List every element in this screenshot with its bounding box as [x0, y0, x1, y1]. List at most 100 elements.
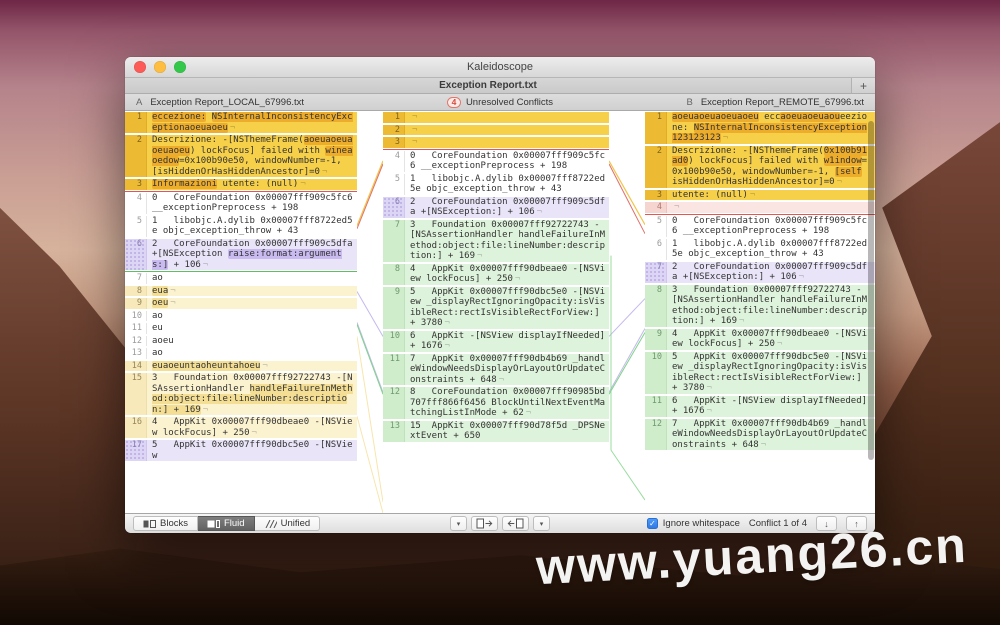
line-content: 2 CoreFoundation 0x00007fff909c5dfa +[NS…	[405, 197, 609, 218]
line-content: ¬	[405, 125, 609, 136]
scrollbar-track[interactable]	[867, 115, 874, 509]
diff-line[interactable]: 8eua¬	[125, 285, 357, 298]
merge-left-options-button[interactable]: ▾	[450, 516, 467, 531]
diff-line[interactable]: 1315 AppKit 0x00007fff90d78f5d _DPSNextE…	[383, 420, 609, 443]
line-content: 4 AppKit 0x00007fff90dbeae0 -[NSView loc…	[405, 264, 609, 285]
chevron-down-icon: ▾	[457, 520, 461, 528]
bottom-toolbar: Blocks Fluid Unified ▾ ▾	[125, 513, 875, 533]
line-number: 11	[383, 354, 405, 386]
diff-line[interactable]: 127 AppKit 0x00007fff90db4b69 _handleWin…	[645, 418, 875, 452]
view-mode-fluid-button[interactable]: Fluid	[198, 516, 255, 531]
line-content: 15 AppKit 0x00007fff90d78f5d _DPSNextEve…	[405, 421, 609, 442]
line-number: 3	[383, 137, 405, 148]
diff-line[interactable]: 164 AppKit 0x00007fff90dbeae0 -[NSView l…	[125, 416, 357, 439]
wallpaper-rock-bottom	[0, 540, 1000, 625]
copy-to-right-button[interactable]	[471, 516, 498, 531]
diff-line[interactable]: 95 AppKit 0x00007fff90dbc5e0 -[NSView _d…	[383, 286, 609, 330]
newline-marker-icon: ¬	[445, 341, 450, 351]
diff-line[interactable]: 12aoeu	[125, 335, 357, 348]
copy-to-left-button[interactable]	[502, 516, 529, 531]
line-number: 5	[383, 174, 405, 195]
line-number: 9	[383, 287, 405, 329]
line-content: 2 CoreFoundation 0x00007fff909c5dfa +[NS…	[147, 239, 357, 271]
diff-line[interactable]: 2Descrizione: -[NSThemeFrame(aoeuaoeuaoe…	[125, 134, 357, 178]
line-content: Descrizione: -[NSThemeFrame(0x100b91ad0)…	[667, 146, 875, 188]
line-content: 5 AppKit 0x00007fff90dbc5e0 -[NSView _di…	[667, 352, 875, 394]
diff-line[interactable]: 73 Foundation 0x00007fff92722743 -[NSAss…	[383, 219, 609, 263]
diff-line[interactable]: 3¬	[383, 136, 609, 150]
diff-line[interactable]: 116 AppKit -[NSView displayIfNeeded] + 1…	[645, 395, 875, 418]
ignore-whitespace-checkbox[interactable]	[647, 518, 658, 529]
diff-line[interactable]: 13ao	[125, 347, 357, 360]
diff-line[interactable]: 7ao	[125, 272, 357, 285]
conflict-count-badge: 4	[447, 97, 461, 108]
diff-line[interactable]: 3Informazioni utente: (null)¬	[125, 178, 357, 192]
pane-b-remote[interactable]: 1aoeuaoeuaoeuaoeu eccaoeuaoeuaoueezione:…	[645, 111, 875, 513]
diff-line[interactable]: 94 AppKit 0x00007fff90dbeae0 -[NSView lo…	[645, 328, 875, 351]
line-number: 5	[645, 216, 667, 237]
diff-content: 1eccezione: NSInternalInconsistencyExcep…	[125, 111, 875, 513]
diff-line[interactable]: 106 AppKit -[NSView displayIfNeeded] + 1…	[383, 330, 609, 353]
diff-line[interactable]: 84 AppKit 0x00007fff90dbeae0 -[NSView lo…	[383, 263, 609, 286]
chevron-down-icon: ▾	[540, 520, 544, 528]
line-number: 4	[125, 193, 147, 214]
diff-line[interactable]: 62 CoreFoundation 0x00007fff909c5dfa +[N…	[383, 196, 609, 219]
diff-line[interactable]: 2Descrizione: -[NSThemeFrame(0x100b91ad0…	[645, 145, 875, 189]
diff-line[interactable]: 105 AppKit 0x00007fff90dbc5e0 -[NSView _…	[645, 351, 875, 395]
file-a-header[interactable]: A Exception Report_LOCAL_67996.txt	[136, 97, 304, 108]
line-number: 10	[383, 331, 405, 352]
diff-line[interactable]: 175 AppKit 0x00007fff90dbc5e0 -[NSView	[125, 439, 357, 462]
tab-exception-report[interactable]: Exception Report.txt	[125, 78, 851, 93]
newline-marker-icon: ¬	[412, 137, 417, 147]
diff-line[interactable]: 83 Foundation 0x00007fff92722743 -[NSAss…	[645, 284, 875, 328]
conflict-header-label: Unresolved Conflicts	[466, 97, 553, 108]
diff-line[interactable]: 51 libobjc.A.dylib 0x00007fff8722ed5e ob…	[125, 215, 357, 238]
line-content: eua¬	[147, 286, 357, 297]
next-conflict-button[interactable]: ↓	[816, 516, 837, 531]
diff-line[interactable]: 11eu	[125, 322, 357, 335]
diff-connector-lines-right	[609, 111, 645, 513]
new-tab-button[interactable]: +	[851, 78, 875, 93]
line-content: eu	[147, 323, 357, 334]
line-number: 5	[125, 216, 147, 237]
titlebar[interactable]: Kaleidoscope	[125, 57, 875, 78]
diff-line[interactable]: 1¬	[383, 111, 609, 124]
ignore-whitespace-control[interactable]: Ignore whitespace	[647, 518, 740, 529]
file-b-header[interactable]: B Exception Report_REMOTE_67996.txt	[686, 97, 864, 108]
diff-line[interactable]: 3utente: (null)¬	[645, 189, 875, 202]
diff-line[interactable]: 10ao	[125, 310, 357, 323]
diff-line[interactable]: 1eccezione: NSInternalInconsistencyExcep…	[125, 111, 357, 134]
diff-line[interactable]: 61 libobjc.A.dylib 0x00007fff8722ed5e ob…	[645, 238, 875, 261]
diff-line[interactable]: 62 CoreFoundation 0x00007fff909c5dfa +[N…	[125, 238, 357, 273]
pane-merged-result[interactable]: 1¬2¬3¬40 CoreFoundation 0x00007fff909c5f…	[383, 111, 609, 513]
line-number: 3	[125, 179, 147, 190]
line-content: 0 CoreFoundation 0x00007fff909c5fc6 __ex…	[147, 193, 357, 214]
diff-line[interactable]: 50 CoreFoundation 0x00007fff909c5fc6 __e…	[645, 215, 875, 238]
newline-marker-icon: ¬	[707, 383, 712, 393]
diff-line[interactable]: 1aoeuaoeuaoeuaoeu eccaoeuaoeuaoueezione:…	[645, 111, 875, 145]
line-content: 6 AppKit -[NSView displayIfNeeded] + 167…	[405, 331, 609, 352]
diff-line[interactable]: 153 Foundation 0x00007fff92722743 -[NSAs…	[125, 372, 357, 416]
line-number: 12	[383, 387, 405, 419]
diff-line[interactable]: 4¬	[645, 201, 875, 215]
diff-line[interactable]: 2¬	[383, 124, 609, 137]
diff-line[interactable]: 14euaoeuntaoheuntahoeu¬	[125, 360, 357, 373]
diff-line[interactable]: 117 AppKit 0x00007fff90db4b69 _handleWin…	[383, 353, 609, 387]
diff-line[interactable]: 40 CoreFoundation 0x00007fff909c5fc6 __e…	[383, 150, 609, 173]
diff-line[interactable]: 72 CoreFoundation 0x00007fff909c5dfa +[N…	[645, 261, 875, 284]
merge-right-options-button[interactable]: ▾	[533, 516, 550, 531]
pane-a-local[interactable]: 1eccezione: NSInternalInconsistencyExcep…	[125, 111, 357, 513]
newline-marker-icon: ¬	[262, 361, 267, 371]
scrollbar-thumb[interactable]	[868, 121, 874, 460]
diff-line[interactable]: 128 CoreFoundation 0x00007fff90985bd707f…	[383, 386, 609, 420]
diff-line[interactable]: 40 CoreFoundation 0x00007fff909c5fc6 __e…	[125, 192, 357, 215]
line-number: 13	[383, 421, 405, 442]
view-mode-unified-button[interactable]: Unified	[255, 516, 321, 531]
diff-line[interactable]: 9oeu¬	[125, 297, 357, 310]
line-number: 17	[125, 440, 147, 461]
newline-marker-icon: ¬	[537, 207, 542, 217]
previous-conflict-button[interactable]: ↑	[846, 516, 867, 531]
diff-line[interactable]: 51 libobjc.A.dylib 0x00007fff8722ed5e ob…	[383, 173, 609, 196]
view-mode-blocks-button[interactable]: Blocks	[133, 516, 198, 531]
line-content: 2 CoreFoundation 0x00007fff909c5dfa +[NS…	[667, 262, 875, 283]
